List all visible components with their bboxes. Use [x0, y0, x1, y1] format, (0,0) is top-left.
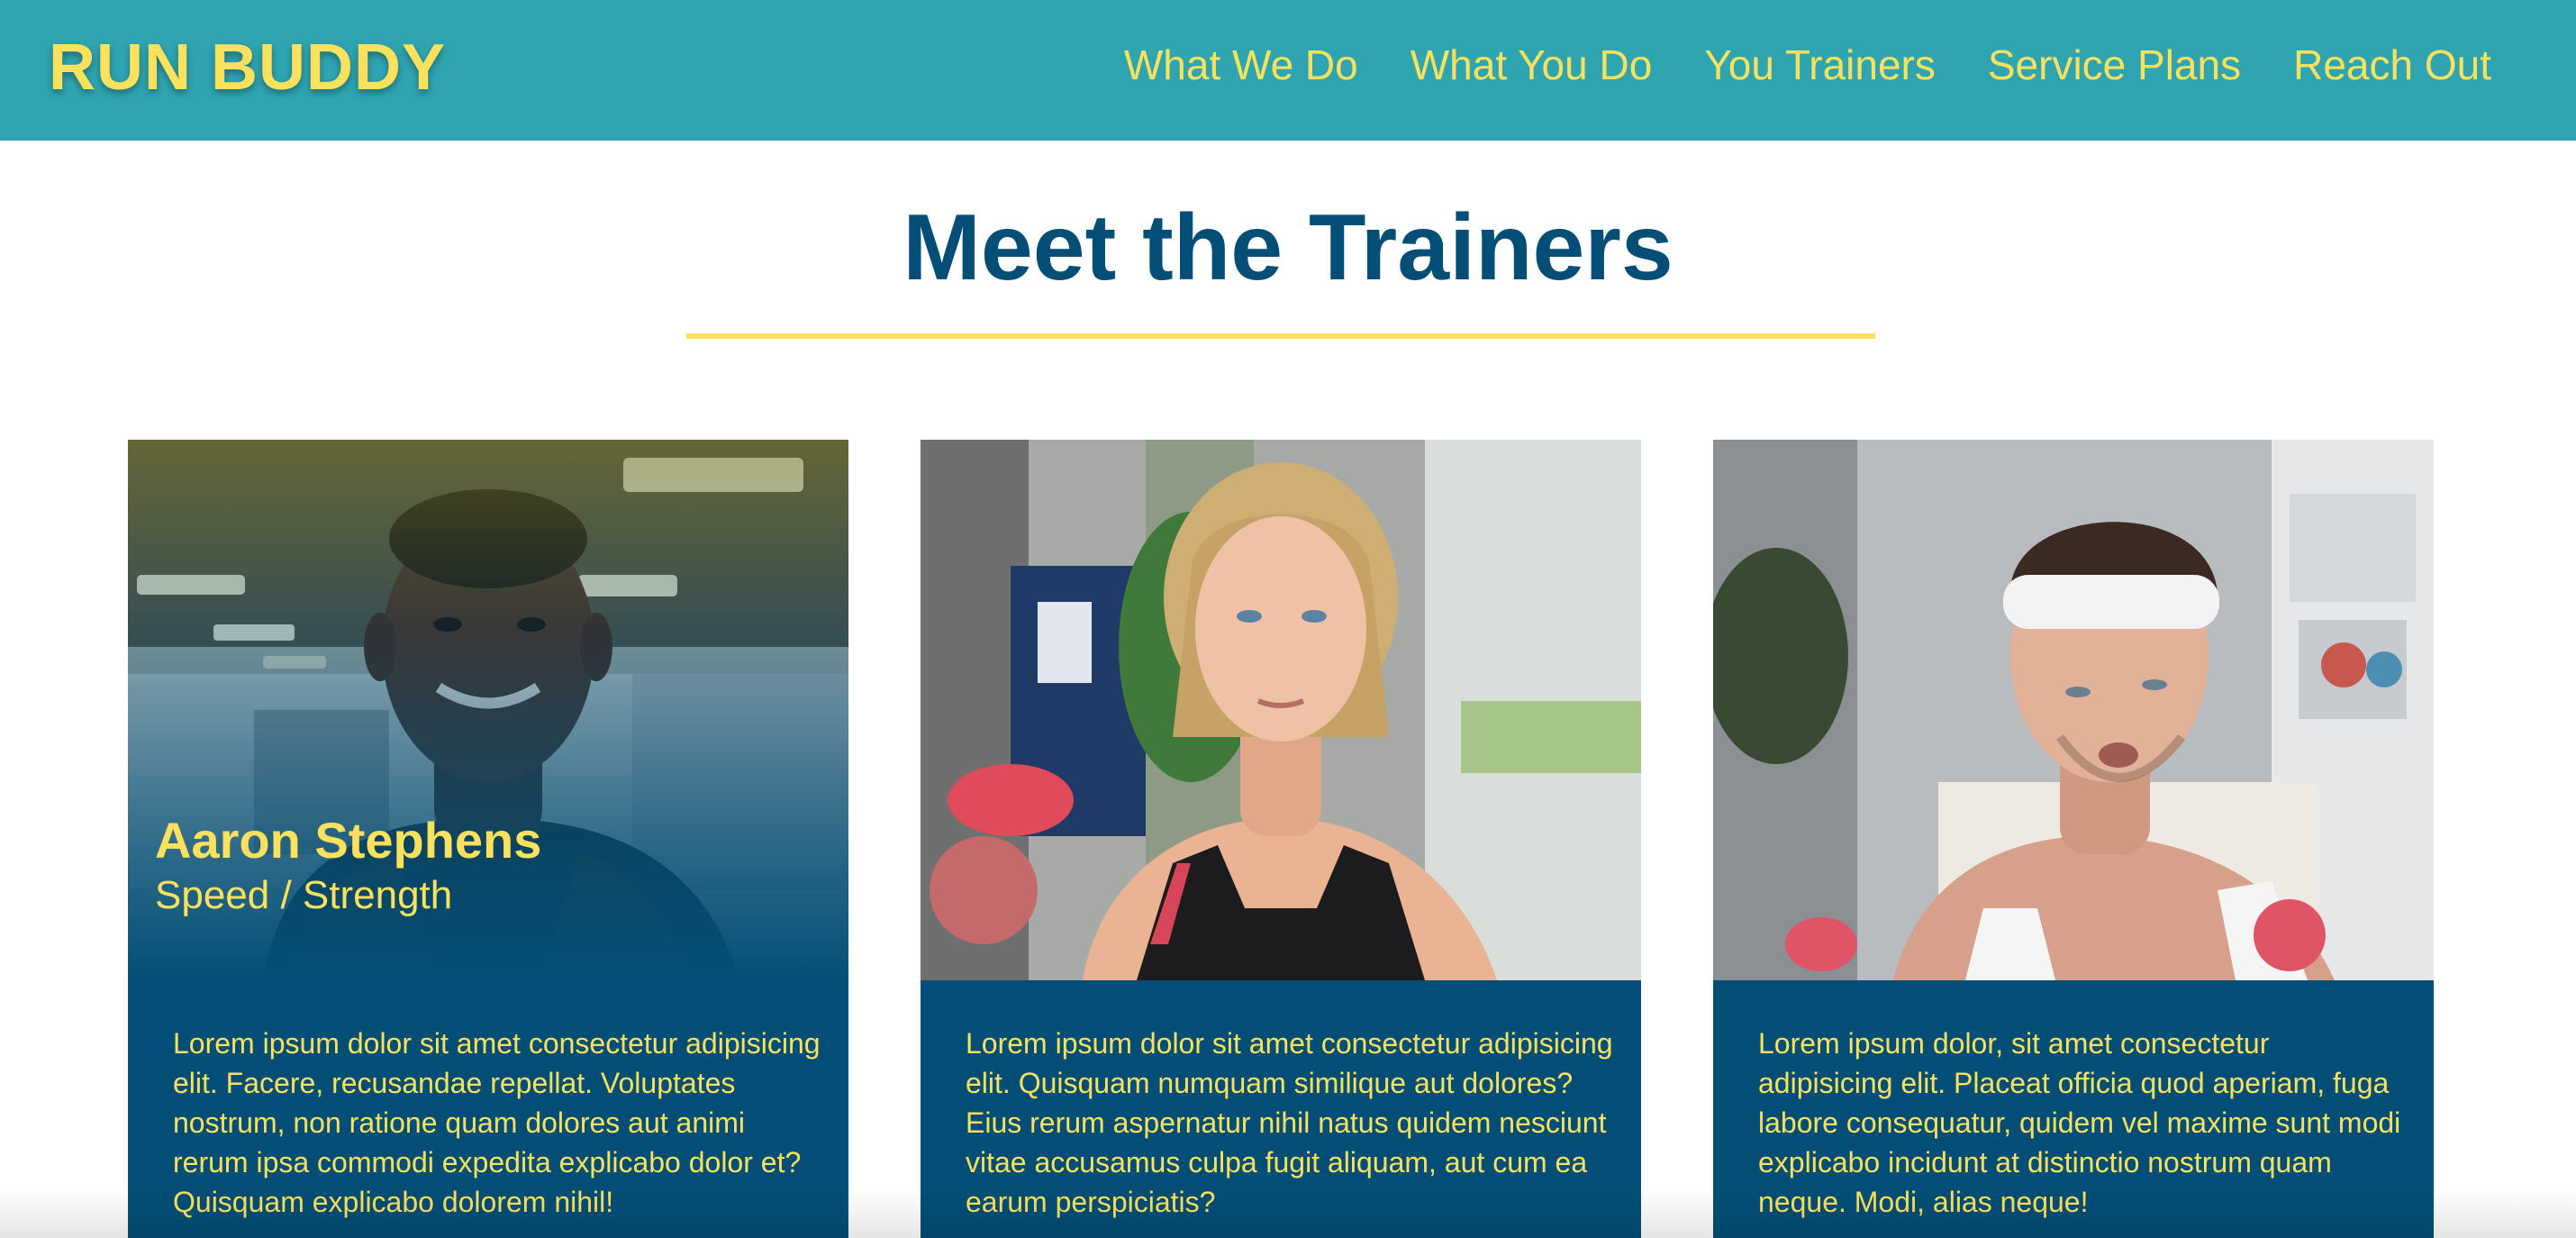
site-logo[interactable]: RUN BUDDY: [49, 27, 446, 108]
trainer-bio: Lorem ipsum dolor sit amet consectetur a…: [966, 1027, 1613, 1218]
trainer-bio: Lorem ipsum dolor, sit amet consectetur …: [1758, 1027, 2401, 1218]
trainer-bio: Lorem ipsum dolor sit amet consectetur a…: [173, 1027, 821, 1218]
trainer-name: Aaron Stephens: [155, 812, 542, 869]
trainer-role: Speed / Strength: [155, 873, 453, 917]
nav-link-reach-out[interactable]: Reach Out: [2293, 38, 2491, 92]
section-title: Meet the Trainers: [903, 196, 1673, 300]
trainer-card-1: Aaron Stephens Speed / Strength Lorem ip…: [128, 440, 848, 1238]
trainer-card-3: Lorem ipsum dolor, sit amet consectetur …: [1713, 440, 2434, 1238]
title-underline: [686, 333, 1875, 339]
nav-link-service-plans[interactable]: Service Plans: [1988, 38, 2241, 92]
nav-link-trainers[interactable]: You Trainers: [1704, 38, 1936, 92]
main-nav: What We Do What You Do You Trainers Serv…: [1072, 38, 2491, 92]
nav-link-what-you-do[interactable]: What You Do: [1410, 38, 1653, 92]
trainer-card-2: Lorem ipsum dolor sit amet consectetur a…: [921, 440, 1641, 1238]
nav-link-what-we-do[interactable]: What We Do: [1124, 38, 1358, 92]
trainer-photo-2: [921, 440, 1641, 980]
site-header: RUN BUDDY What We Do What You Do You Tra…: [0, 0, 2576, 141]
trainer-photo-3: [1713, 440, 2434, 980]
